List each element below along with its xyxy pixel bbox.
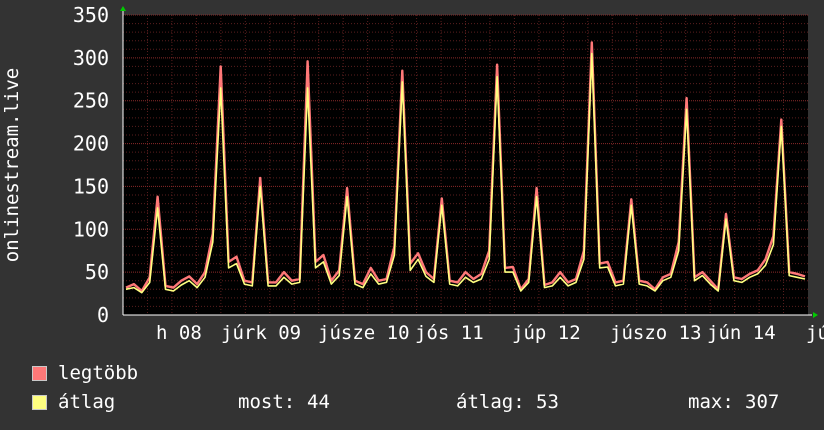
y-tick-label: 300 — [73, 46, 109, 70]
legend-swatch-avg — [32, 395, 47, 410]
x-tick-label: jú — [806, 322, 824, 344]
stat-now-value: 44 — [307, 391, 330, 413]
x-tick-label: júp 12 — [512, 322, 581, 344]
traffic-chart: 0 50 100 150 200 250 300 350 h 08 júrk 09 júsze 10… — [1, 3, 824, 344]
y-axis-label: onlinestream.live — [1, 68, 23, 262]
stat-avg-value: 53 — [536, 391, 559, 413]
x-tick-label: júrk 09 — [221, 322, 301, 344]
stat-avg-label: átlag: — [456, 391, 525, 413]
legend-max-label: legtöbb — [58, 362, 139, 384]
x-tick-label: júszo 13 — [610, 322, 702, 344]
x-tick-label: h 08 — [156, 322, 202, 344]
y-tick-label: 100 — [73, 217, 109, 241]
x-axis-arrow — [813, 312, 818, 318]
x-tick-label: jós 11 — [415, 322, 484, 344]
x-tick-label: júsze 10 — [318, 322, 410, 344]
y-axis-arrow — [120, 6, 126, 11]
legend-swatch-max — [32, 366, 47, 381]
y-tick-label: 150 — [73, 174, 109, 198]
y-tick-label: 50 — [85, 260, 109, 284]
stat-max-label: max: — [688, 391, 734, 413]
y-tick-label: 0 — [97, 303, 109, 327]
y-tick-label: 350 — [73, 3, 109, 27]
stat-max-value: 307 — [745, 391, 780, 413]
y-tick-label: 200 — [73, 132, 109, 156]
stat-now-label: most: — [238, 391, 296, 413]
legend-avg-label: átlag — [58, 391, 116, 413]
x-tick-label: jún 14 — [707, 322, 776, 344]
y-tick-label: 250 — [73, 89, 109, 113]
